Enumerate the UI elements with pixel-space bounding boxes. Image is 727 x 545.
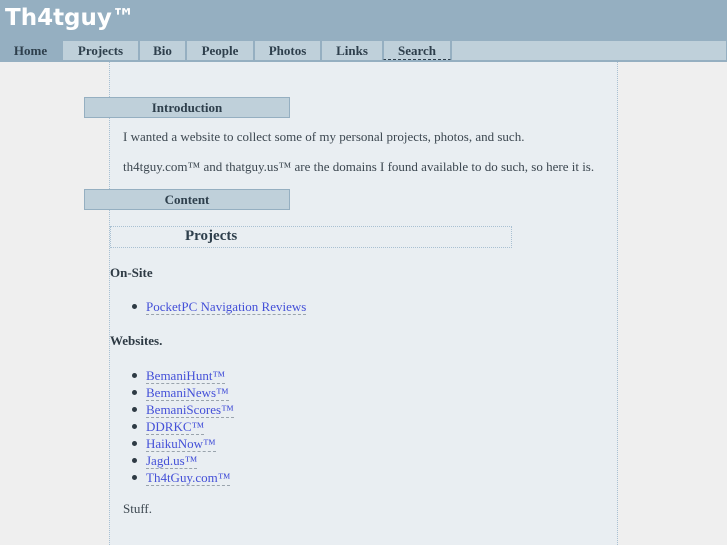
bullet-icon xyxy=(132,441,137,446)
site-header: Th4tguy™ xyxy=(0,0,727,41)
list-item: BemaniScores™ xyxy=(130,402,234,419)
nav-photos[interactable]: Photos xyxy=(254,41,321,60)
link-bemaninews[interactable]: BemaniNews™ xyxy=(146,385,229,401)
on-site-list: PocketPC Navigation Reviews xyxy=(130,299,307,316)
list-item: PocketPC Navigation Reviews xyxy=(130,299,307,316)
nav-bio[interactable]: Bio xyxy=(139,41,186,60)
link-pocketpc-navigation-reviews[interactable]: PocketPC Navigation Reviews xyxy=(146,299,307,315)
bullet-icon xyxy=(132,424,137,429)
nav-links[interactable]: Links xyxy=(321,41,383,60)
bullet-icon xyxy=(132,407,137,412)
link-jagd-us[interactable]: Jagd.us™ xyxy=(146,453,198,469)
list-item: BemaniNews™ xyxy=(130,385,234,402)
link-th4tguy-com[interactable]: Th4tGuy.com™ xyxy=(146,470,231,486)
link-ddrkc[interactable]: DDRKC™ xyxy=(146,419,205,435)
link-bemanihunt[interactable]: BemaniHunt™ xyxy=(146,368,226,384)
projects-title: Projects xyxy=(185,228,238,244)
websites-list: BemaniHunt™ BemaniNews™ BemaniScores™ DD… xyxy=(130,368,234,487)
bullet-icon xyxy=(132,373,137,378)
introduction-heading: Introduction xyxy=(84,97,290,118)
projects-title-box: Projects xyxy=(110,226,512,248)
nav-home[interactable]: Home xyxy=(0,41,62,60)
content-heading: Content xyxy=(84,189,290,210)
bullet-icon xyxy=(132,458,137,463)
main-nav: Home Projects Bio People Photos Links Se… xyxy=(0,41,727,62)
link-bemaniscores[interactable]: BemaniScores™ xyxy=(146,402,234,418)
nav-people[interactable]: People xyxy=(186,41,254,60)
websites-heading: Websites. xyxy=(110,333,163,348)
intro-paragraph-1: I wanted a website to collect some of my… xyxy=(123,129,525,144)
bullet-icon xyxy=(132,304,137,309)
list-item: Th4tGuy.com™ xyxy=(130,470,234,487)
nav-filler xyxy=(451,41,726,60)
link-haikunow[interactable]: HaikuNow™ xyxy=(146,436,216,452)
site-title[interactable]: Th4tguy™ xyxy=(5,5,135,31)
stuff-text: Stuff. xyxy=(123,501,153,516)
on-site-heading: On-Site xyxy=(110,265,153,280)
bullet-icon xyxy=(132,390,137,395)
list-item: DDRKC™ xyxy=(130,419,234,436)
nav-search[interactable]: Search xyxy=(383,41,451,60)
nav-projects[interactable]: Projects xyxy=(62,41,139,60)
list-item: HaikuNow™ xyxy=(130,436,234,453)
intro-paragraph-2: th4tguy.com™ and thatguy.us™ are the dom… xyxy=(123,159,595,174)
list-item: Jagd.us™ xyxy=(130,453,234,470)
bullet-icon xyxy=(132,475,137,480)
list-item: BemaniHunt™ xyxy=(130,368,234,385)
